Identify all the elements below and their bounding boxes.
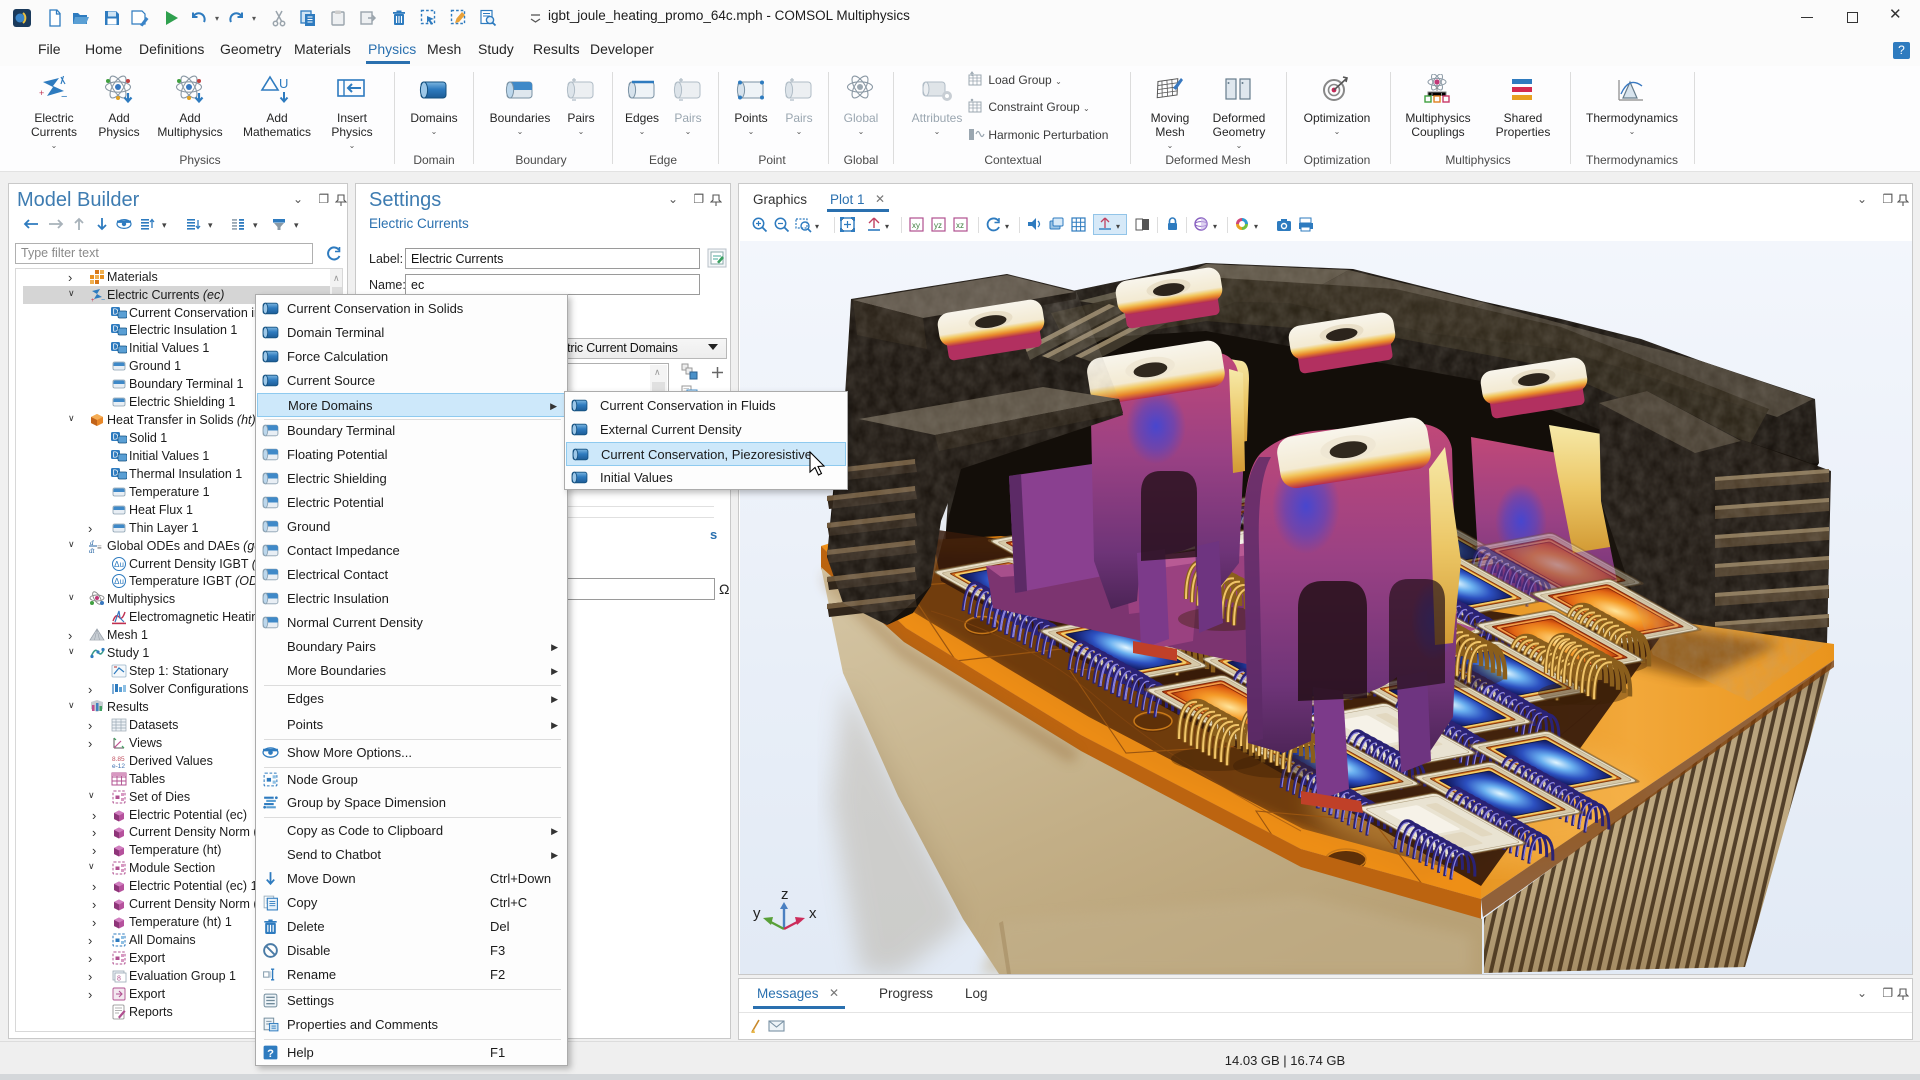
svg-text:yz: yz bbox=[934, 221, 942, 230]
svg-text:U: U bbox=[279, 76, 288, 91]
svg-text:y: y bbox=[753, 905, 761, 922]
svg-text:xz: xz bbox=[956, 221, 964, 230]
svg-text:x: x bbox=[809, 905, 817, 922]
svg-text:z: z bbox=[781, 886, 789, 903]
svg-text:+: + bbox=[39, 88, 44, 98]
svg-text:xy: xy bbox=[912, 221, 920, 230]
